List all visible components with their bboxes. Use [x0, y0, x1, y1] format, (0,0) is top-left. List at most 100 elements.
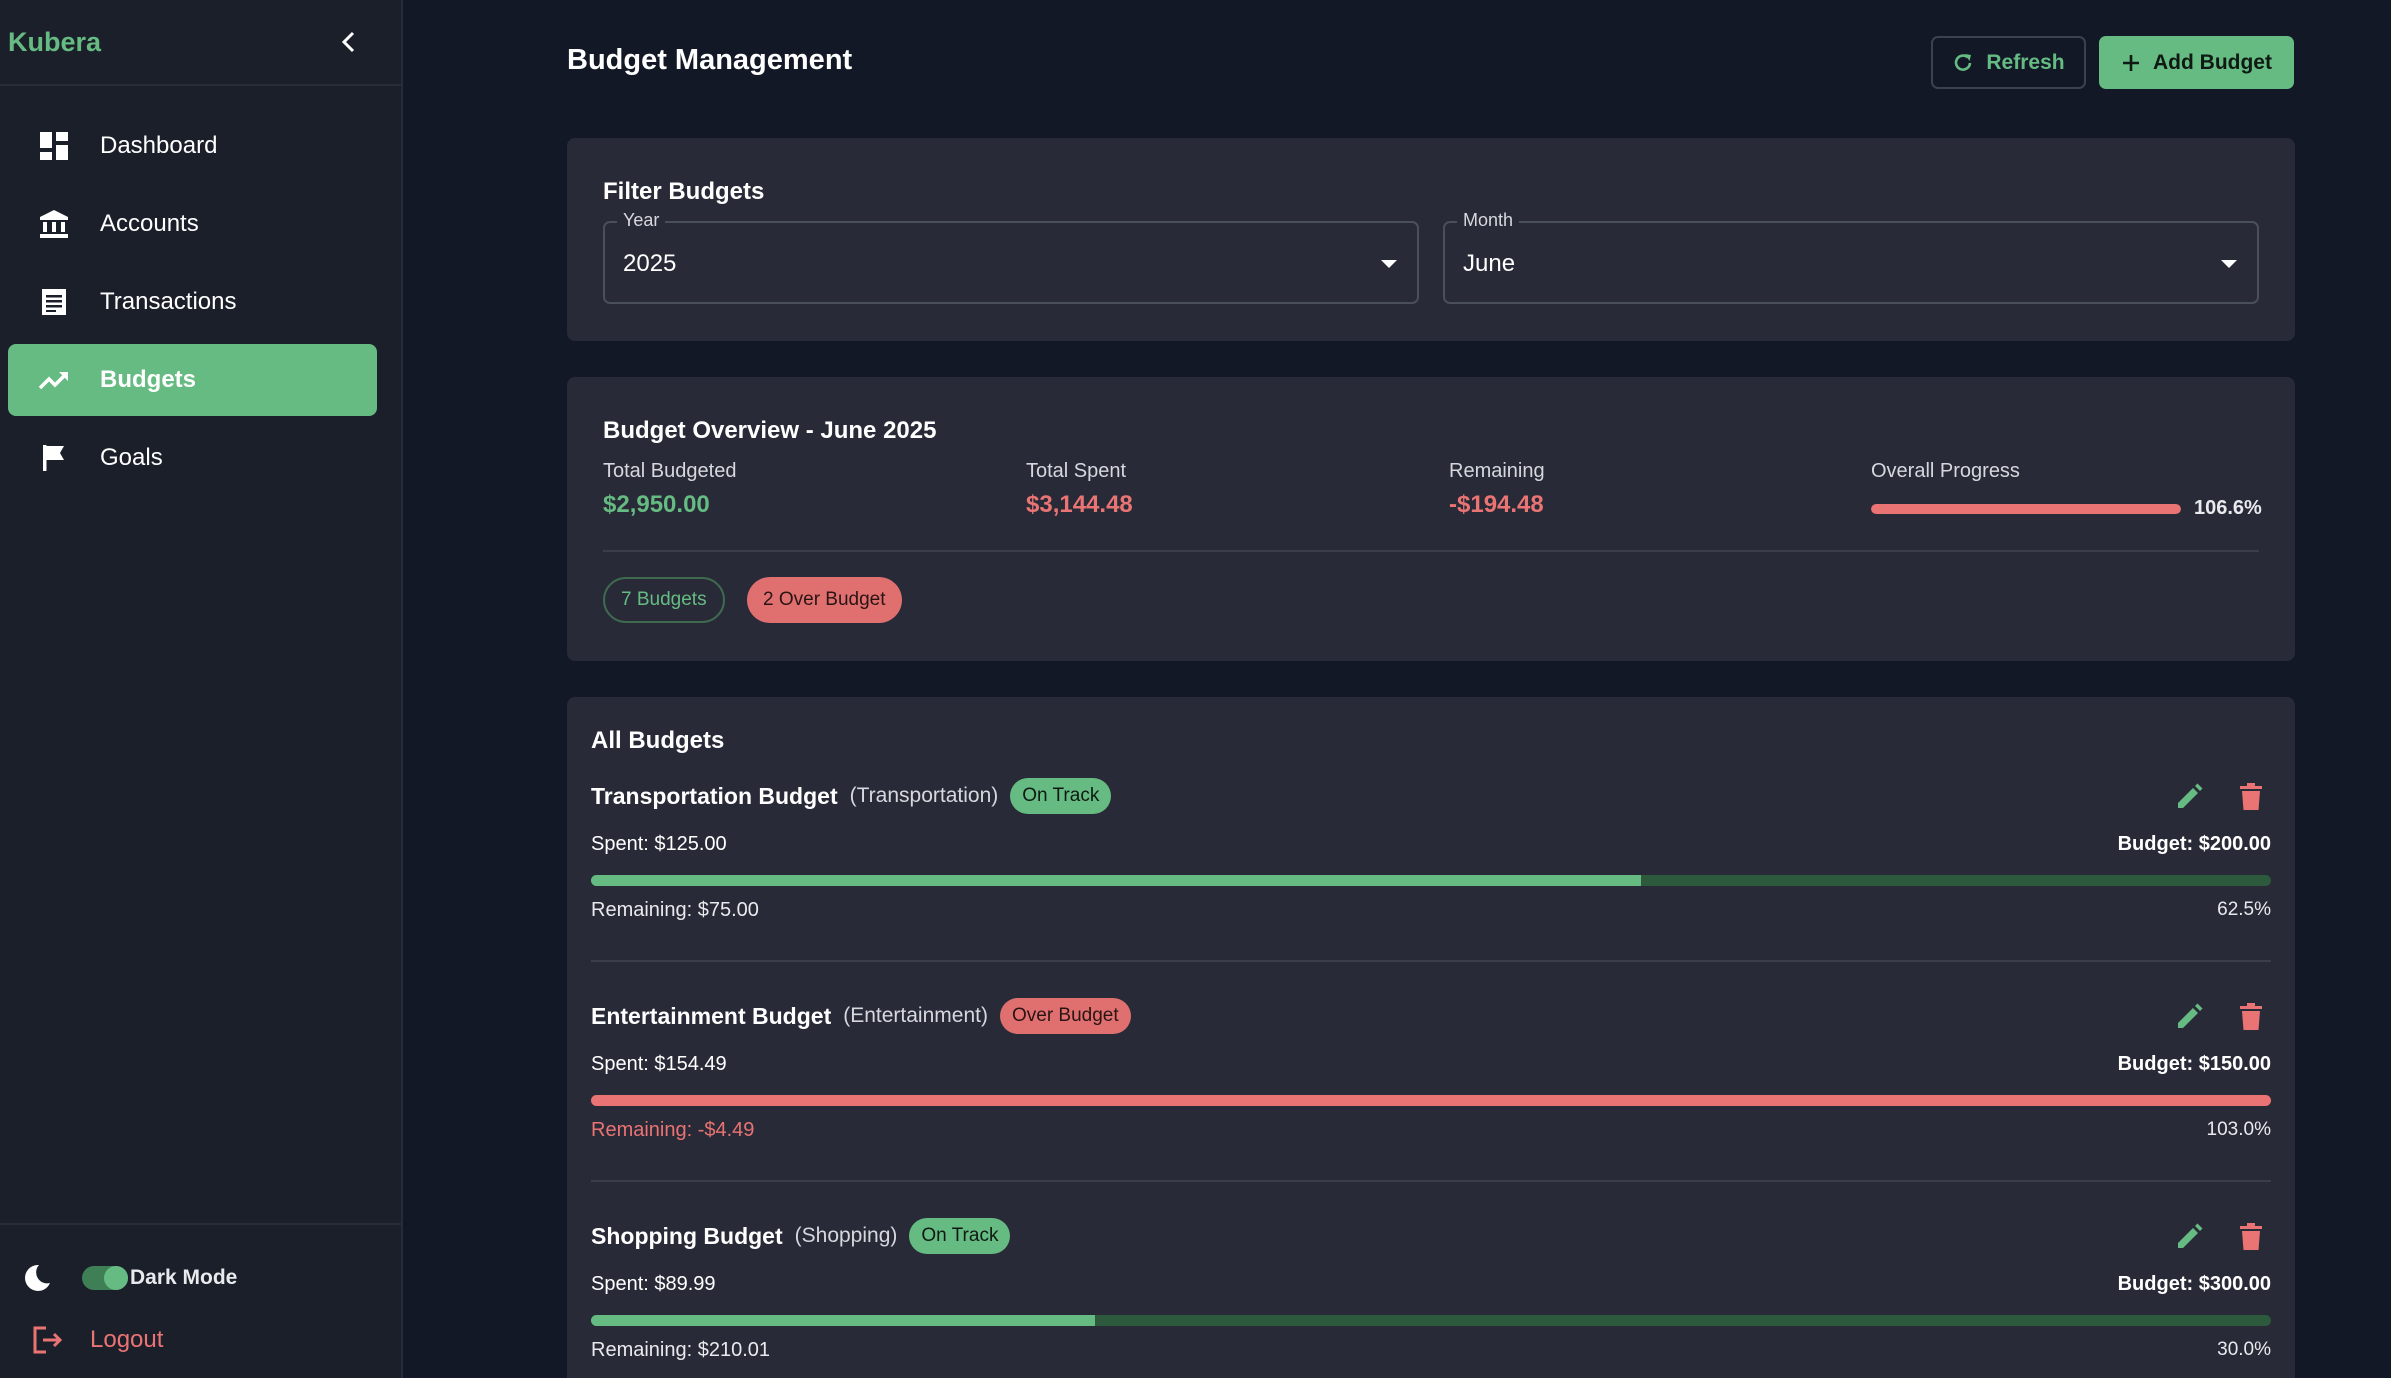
spent-amount: Spent: $89.99 [591, 1273, 716, 1295]
budget-name: Entertainment Budget [591, 1002, 832, 1029]
pencil-icon [2178, 1003, 2203, 1028]
overall-progress-percent: 106.6% [2194, 497, 2262, 519]
delete-budget-button[interactable] [2231, 997, 2271, 1037]
over-budget-chip: 2 Over Budget [747, 577, 902, 623]
sidebar-nav: Dashboard Accounts Transactions Budgets … [0, 86, 401, 494]
sidebar-item-accounts[interactable]: Accounts [8, 188, 377, 260]
refresh-label: Refresh [1986, 50, 2065, 74]
edit-budget-button[interactable] [2169, 1217, 2209, 1257]
budget-header: Entertainment Budget (Entertainment) Ove… [591, 997, 1131, 1035]
pencil-icon [2178, 1223, 2203, 1248]
divider [591, 1180, 2271, 1182]
sidebar: Kubera Dashboard Accounts Transactions B… [0, 0, 403, 1378]
budget-actions [2147, 777, 2271, 817]
trash-icon [2240, 1003, 2262, 1030]
budget-percent: 30.0% [2217, 1339, 2271, 1360]
budget-progress-fill [591, 1315, 1095, 1326]
filter-card: Filter Budgets Year 2025 Month June [567, 138, 2295, 341]
remaining-label: Remaining [1449, 460, 1545, 482]
trash-icon [2240, 1223, 2262, 1250]
remaining-value: -$194.48 [1449, 491, 1544, 518]
total-budgeted-stat: Total Budgeted $2,950.00 [603, 460, 736, 519]
month-select[interactable]: Month June [1443, 210, 2259, 304]
sidebar-item-goals[interactable]: Goals [8, 422, 377, 494]
bank-icon [34, 204, 74, 244]
budget-item: Entertainment Budget (Entertainment) Ove… [591, 997, 2271, 1217]
total-spent-stat: Total Spent $3,144.48 [1026, 460, 1133, 519]
refresh-icon [1952, 52, 1974, 74]
budget-percent: 62.5% [2217, 899, 2271, 920]
month-value: June [1463, 250, 1516, 277]
filter-title: Filter Budgets [603, 178, 765, 205]
status-badge: On Track [909, 1218, 1011, 1254]
collapse-sidebar-button[interactable] [329, 22, 369, 62]
total-budgeted-label: Total Budgeted [603, 460, 737, 482]
budget-progress-fill [591, 875, 1641, 886]
status-badge: Over Budget [999, 998, 1131, 1034]
overall-progress-label: Overall Progress [1871, 460, 2020, 482]
total-spent-label: Total Spent [1026, 460, 1127, 482]
month-label: Month [1457, 210, 1520, 231]
remaining-amount: Remaining: $75.00 [591, 899, 759, 921]
year-select[interactable]: Year 2025 [603, 210, 1419, 304]
add-budget-button[interactable]: Add Budget [2099, 36, 2294, 89]
dashboard-icon [34, 126, 74, 166]
sidebar-item-label: Transactions [100, 288, 237, 315]
sidebar-item-label: Budgets [100, 366, 196, 393]
dark-mode-toggle[interactable] [82, 1266, 128, 1290]
edit-budget-button[interactable] [2169, 777, 2209, 817]
sidebar-footer: Dark Mode Logout [0, 1223, 401, 1378]
budget-actions [2147, 997, 2271, 1037]
all-budgets-title: All Budgets [591, 727, 725, 754]
refresh-button[interactable]: Refresh [1931, 36, 2086, 89]
spent-amount: Spent: $125.00 [591, 833, 727, 855]
plus-icon [2121, 53, 2141, 73]
overall-progress-track [1871, 503, 2181, 514]
budget-category: (Entertainment) [843, 1004, 988, 1027]
budget-category: (Shopping) [794, 1224, 898, 1247]
caret-down-icon [2221, 260, 2237, 268]
sidebar-item-transactions[interactable]: Transactions [8, 266, 377, 338]
budget-amount: Budget: $300.00 [2117, 1273, 2271, 1295]
edit-budget-button[interactable] [2169, 997, 2209, 1037]
overview-card: Budget Overview - June 2025 Total Budget… [567, 377, 2295, 661]
budget-item: Transportation Budget (Transportation) O… [591, 777, 2271, 997]
caret-down-icon [1381, 260, 1397, 268]
budget-name: Transportation Budget [591, 782, 838, 809]
year-label: Year [617, 210, 666, 231]
toggle-knob [104, 1266, 128, 1290]
brand-logo[interactable]: Kubera [8, 27, 101, 58]
sidebar-item-label: Goals [100, 444, 163, 471]
moon-icon [25, 1264, 50, 1291]
dark-mode-row: Dark Mode [22, 1263, 237, 1293]
budget-progress-track [591, 1315, 2271, 1326]
sidebar-item-budgets[interactable]: Budgets [8, 344, 377, 416]
total-spent-value: $3,144.48 [1026, 491, 1133, 518]
add-budget-label: Add Budget [2153, 50, 2272, 74]
budget-progress-track [591, 1095, 2271, 1106]
trash-icon [2240, 783, 2262, 810]
receipt-icon [34, 282, 74, 322]
chevron-left-icon [341, 31, 355, 53]
budget-amount: Budget: $150.00 [2117, 1053, 2271, 1075]
budget-percent: 103.0% [2206, 1119, 2271, 1140]
page-title: Budget Management [567, 44, 853, 76]
budget-header: Transportation Budget (Transportation) O… [591, 777, 1112, 815]
budget-progress-fill [591, 1095, 2271, 1106]
budget-item: Shopping Budget (Shopping) On Track Spen… [591, 1217, 2271, 1378]
overall-progress: 106.6% [1871, 497, 2262, 520]
logout-label: Logout [90, 1326, 164, 1353]
sidebar-item-label: Accounts [100, 210, 199, 237]
logout-button[interactable]: Logout [32, 1325, 163, 1355]
remaining-stat: Remaining -$194.48 [1449, 460, 1545, 519]
divider [603, 550, 2259, 552]
remaining-amount: Remaining: $210.01 [591, 1339, 771, 1361]
sidebar-item-dashboard[interactable]: Dashboard [8, 110, 377, 182]
divider [591, 960, 2271, 962]
budgets-count-chip: 7 Budgets [603, 577, 725, 623]
delete-budget-button[interactable] [2231, 1217, 2271, 1257]
budget-category: (Transportation) [849, 784, 999, 807]
overall-progress-stat: Overall Progress [1871, 460, 2020, 483]
delete-budget-button[interactable] [2231, 777, 2271, 817]
all-budgets-card: All Budgets Transportation Budget (Trans… [567, 697, 2295, 1378]
